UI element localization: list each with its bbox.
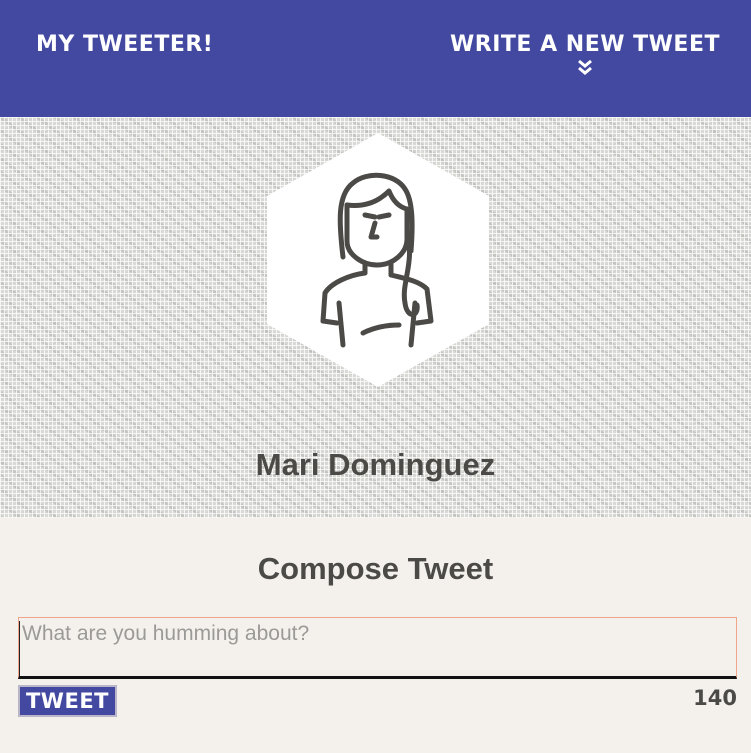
- compose-title: Compose Tweet: [257, 551, 494, 586]
- brand-title[interactable]: MY TWEETER!: [36, 32, 213, 57]
- text-cursor: [19, 621, 20, 676]
- profile-name: Mari Dominguez: [255, 447, 496, 482]
- compose-section: Compose Tweet TWEET 140: [0, 518, 751, 753]
- female-user-avatar-icon: [267, 133, 489, 387]
- tweet-button[interactable]: TWEET: [18, 685, 117, 717]
- double-chevron-down-icon: [578, 59, 592, 75]
- write-new-tweet-toggle[interactable]: WRITE A NEW TWEET: [450, 32, 720, 75]
- profile-header: Mari Dominguez: [0, 117, 751, 518]
- write-new-tweet-label: WRITE A NEW TWEET: [450, 32, 720, 57]
- tweet-input[interactable]: [18, 617, 737, 679]
- top-nav: MY TWEETER! WRITE A NEW TWEET: [0, 0, 751, 117]
- avatar: [267, 133, 489, 387]
- char-counter: 140: [693, 686, 737, 710]
